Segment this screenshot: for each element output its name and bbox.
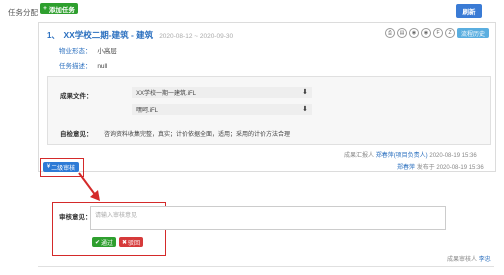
download-icon[interactable]: ⬇ <box>302 105 308 113</box>
audit-person-name[interactable]: 李忠 <box>479 257 491 263</box>
self-check-label: 自检意见： <box>60 131 93 138</box>
card-index: 1、 <box>47 31 60 40</box>
reject-button[interactable]: ✖ 驳回 <box>119 237 143 247</box>
view-icon[interactable]: ◉ <box>421 28 431 38</box>
publisher-name[interactable]: 郑春萍 <box>397 165 415 171</box>
review-opinion-label: 审核意见： <box>59 214 92 221</box>
reporter-time: 2020-08-19 15:36 <box>429 153 477 159</box>
result-files-label: 成果文件： <box>60 93 93 100</box>
task-desc-label: 任务描述： <box>59 63 92 70</box>
add-task-button[interactable]: + 添加任务 <box>40 3 78 14</box>
annotation-arrow-icon <box>78 172 100 201</box>
add-task-label: 添加任务 <box>48 6 75 14</box>
audit-person-info: 成果审核人 李忠 <box>447 254 491 263</box>
card-header: 1、 XX学校二期-建筑 - 建筑 2020-08-12 ~ 2020-09-3… <box>47 29 233 41</box>
file-name: 嘿呵.iFL <box>136 108 159 114</box>
card-tool-icons: ⎙ ▤ ◉ ◉ F Z <box>385 28 455 38</box>
result-file-1[interactable]: XX学校一期一建筑.iFL ⬇ <box>132 87 312 98</box>
result-box: 成果文件： XX学校一期一建筑.iFL ⬇ 嘿呵.iFL ⬇ 自检意见： 咨询资… <box>47 76 491 145</box>
publisher-suffix: 发布于 2020-08-19 15:36 <box>416 165 484 171</box>
document-icon[interactable]: ▤ <box>397 28 407 38</box>
pass-label: 通过 <box>101 240 114 247</box>
yen-icon: ¥ <box>46 164 51 170</box>
property-value: 小高层 <box>97 48 117 55</box>
secondary-review-label: 二级审核 <box>51 165 76 172</box>
reporter-prefix: 成果汇报人 <box>344 153 375 159</box>
file-name: XX学校一期一建筑.iFL <box>136 91 197 97</box>
f-icon[interactable]: F <box>433 28 443 38</box>
card-dates: 2020-08-12 ~ 2020-09-30 <box>159 33 234 40</box>
reporter-name[interactable]: 郑春萍(项目负责人) <box>376 153 428 159</box>
audit-prefix: 成果审核人 <box>447 257 478 263</box>
footer-divider <box>38 266 494 267</box>
z-icon[interactable]: Z <box>445 28 455 38</box>
reject-label: 驳回 <box>128 240 141 247</box>
card-title[interactable]: XX学校二期-建筑 - 建筑 <box>63 29 153 41</box>
download-icon[interactable]: ⬇ <box>302 88 308 96</box>
property-row: 物业形态： 小高层 <box>59 45 117 55</box>
close-icon: ✖ <box>121 239 127 246</box>
self-check-value: 咨询资料收集完整，真实；计价依据全面，适用；采用的计价方法合理 <box>104 132 291 138</box>
pass-button[interactable]: ✔ 通过 <box>92 237 116 247</box>
review-opinion-input[interactable]: 请输入审核意见 <box>90 206 446 230</box>
task-desc-value: null <box>97 63 108 70</box>
view-icon[interactable]: ◉ <box>409 28 419 38</box>
task-desc-row: 任务描述： null <box>59 60 107 70</box>
secondary-review-button[interactable]: ¥ 二级审核 <box>43 162 79 172</box>
refresh-button[interactable]: 刷新 <box>456 4 482 18</box>
reporter-info: 成果汇报人 郑春萍(项目负责人) 2020-08-19 15:36 <box>344 150 477 159</box>
task-card: 1、 XX学校二期-建筑 - 建筑 2020-08-12 ~ 2020-09-3… <box>38 22 496 172</box>
print-icon[interactable]: ⎙ <box>385 28 395 38</box>
check-icon: ✔ <box>94 239 100 246</box>
publisher-info: 郑春萍 发布于 2020-08-19 15:36 <box>397 162 484 171</box>
property-label: 物业形态： <box>59 48 92 55</box>
process-history-button[interactable]: 流程历史 <box>457 28 489 38</box>
plus-icon: + <box>43 5 47 12</box>
task-assignment-label: 任务分配 <box>8 8 38 17</box>
result-file-2[interactable]: 嘿呵.iFL ⬇ <box>132 104 312 115</box>
